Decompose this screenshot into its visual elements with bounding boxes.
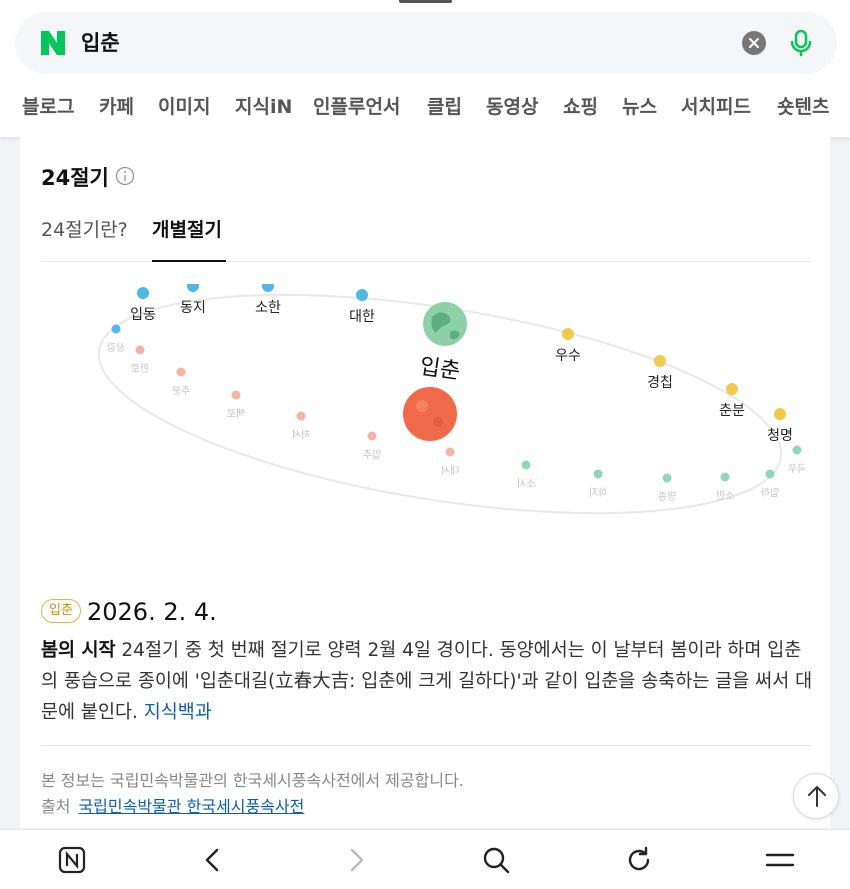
desc-bold: 봄의 시작: [41, 640, 116, 661]
current-term-label: 입춘: [418, 354, 462, 384]
naver-logo-icon[interactable]: [39, 29, 67, 57]
term-label: 망종: [658, 491, 676, 503]
tab-blog[interactable]: 블로그: [22, 90, 74, 124]
term-label: 청명: [767, 428, 793, 444]
term-label: 상강: [107, 342, 125, 354]
term-dot[interactable]: [521, 460, 531, 470]
term-dot[interactable]: [662, 473, 672, 483]
term-dot[interactable]: [176, 367, 186, 377]
term-label: 소한: [255, 300, 281, 316]
tab-kin[interactable]: 지식iN: [235, 90, 292, 124]
search-icon[interactable]: [481, 845, 511, 875]
forward-icon[interactable]: [341, 845, 371, 875]
term-label: 춘분: [719, 403, 745, 419]
scroll-top-button[interactable]: [793, 773, 839, 819]
source-row: 출처 국립민속박물관 한국세시풍속사전: [41, 793, 304, 817]
subtab-active-indicator: [152, 260, 226, 262]
subtab-individual[interactable]: 개별절기: [152, 217, 222, 243]
term-dot[interactable]: [296, 411, 306, 421]
term-dot[interactable]: [445, 447, 455, 457]
term-dot[interactable]: [137, 287, 149, 299]
tab-cafe[interactable]: 카페: [99, 90, 134, 124]
knowledge-link[interactable]: 지식백과: [144, 702, 212, 723]
sun-spot-icon: [433, 417, 443, 427]
term-label: 입하: [761, 486, 779, 499]
term-dot[interactable]: [720, 472, 730, 482]
sun-spot-icon: [416, 400, 428, 412]
term-dot[interactable]: [774, 408, 786, 420]
tab-searchfeed[interactable]: 서치피드: [681, 90, 751, 124]
term-label: 한로: [131, 363, 149, 375]
term-dot[interactable]: [593, 469, 603, 479]
source-label: 출처: [41, 797, 71, 816]
menu-icon[interactable]: [765, 845, 795, 875]
tab-clip[interactable]: 클립: [427, 90, 462, 124]
term-label: 입동: [130, 307, 156, 323]
term-label: 대서: [441, 465, 459, 477]
search-box[interactable]: 입춘: [15, 12, 837, 74]
term-label: 경칩: [647, 375, 673, 391]
term-label: 곡우: [788, 463, 806, 475]
term-label: 우수: [555, 348, 581, 364]
term-label: 소만: [716, 490, 734, 502]
back-icon[interactable]: [198, 845, 228, 875]
term-label: 추분: [172, 385, 190, 397]
solar-terms-card: 24절기 24절기란? 개별절기 입동 동지 소한대한우수경칩춘분청명곡우입하 소만 망…: [20, 137, 830, 827]
source-link[interactable]: 국립민속박물관 한국세시풍속사전: [78, 797, 304, 816]
tab-video[interactable]: 동영상: [486, 90, 538, 124]
tab-news[interactable]: 뉴스: [622, 90, 657, 124]
term-dot[interactable]: [726, 383, 738, 395]
term-label: 소서: [517, 478, 535, 490]
tab-images[interactable]: 이미지: [158, 90, 210, 124]
sun-icon: [403, 387, 457, 441]
term-dot[interactable]: [765, 469, 775, 479]
clear-icon[interactable]: [742, 31, 766, 55]
naver-home-icon[interactable]: [57, 845, 87, 875]
card-title: 24절기: [41, 166, 109, 190]
term-dot[interactable]: [356, 289, 368, 301]
notch: [399, 0, 452, 3]
term-label: 입추: [363, 448, 381, 461]
term-dot[interactable]: [367, 431, 377, 441]
arrow-up-icon: [808, 786, 826, 807]
bottom-bar: [0, 829, 850, 889]
term-dot[interactable]: [562, 328, 574, 340]
term-date: 2026. 2. 4.: [87, 598, 217, 626]
term-dot[interactable]: [135, 345, 145, 355]
term-dot[interactable]: [654, 355, 666, 367]
term-label: 동지: [180, 300, 206, 316]
divider: [41, 745, 811, 746]
subtab-about[interactable]: 24절기란?: [41, 217, 128, 243]
top-bar: 입춘 블로그 카페 이미지 지식iN 인플루언서 클립 동영상 쇼핑 뉴스 서치…: [0, 0, 850, 137]
term-label: 처서: [292, 429, 310, 441]
term-dot[interactable]: [262, 284, 274, 292]
tab-shortents[interactable]: 숏텐츠: [777, 90, 829, 124]
tab-shopping[interactable]: 쇼핑: [563, 90, 598, 124]
term-label: 대한: [349, 309, 375, 325]
term-description: 봄의 시작 24절기 중 첫 번째 절기로 양력 2월 4일 경이다. 동양에서…: [41, 635, 816, 728]
search-query[interactable]: 입춘: [81, 28, 120, 58]
term-label: 백로: [227, 408, 245, 420]
orbit-diagram[interactable]: 입동 동지 소한대한우수경칩춘분청명곡우입하 소만 망종 하지 소서 대서 입추 처서 백로 추분 한로…: [70, 284, 810, 524]
nav-tabs: 블로그 카페 이미지 지식iN 인플루언서 클립 동영상 쇼핑 뉴스 서치피드 …: [0, 90, 850, 124]
term-label: 하지: [589, 486, 607, 499]
source-note: 본 정보는 국립민속박물관의 한국세시풍속사전에서 제공합니다.: [41, 771, 464, 790]
term-dot[interactable]: [111, 324, 121, 334]
info-icon[interactable]: [115, 166, 135, 186]
term-dot[interactable]: [231, 390, 241, 400]
mic-icon[interactable]: [785, 27, 817, 59]
refresh-icon[interactable]: [624, 845, 654, 875]
tab-influencer[interactable]: 인플루언서: [313, 90, 400, 124]
term-dot[interactable]: [187, 284, 199, 292]
term-badge: 입춘: [41, 599, 81, 623]
term-dot[interactable]: [792, 445, 802, 455]
